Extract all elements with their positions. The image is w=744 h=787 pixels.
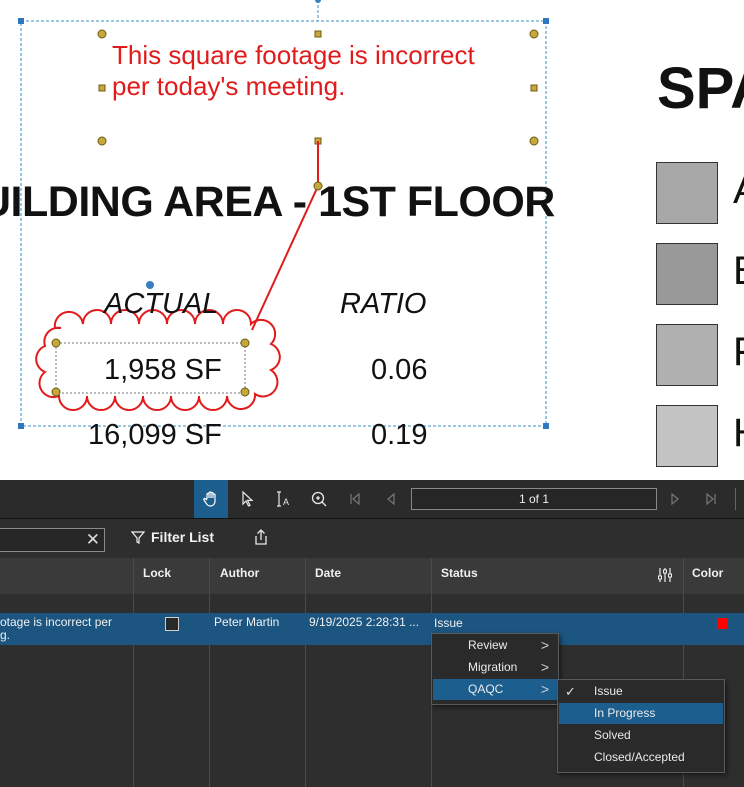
legend-label: F (733, 330, 744, 375)
select-arrow-icon[interactable] (231, 480, 265, 518)
row1-actual: 1,958 SF (104, 354, 222, 386)
building-area-title: UILDING AREA - 1ST FLOOR (0, 178, 555, 226)
toolbar-divider (735, 488, 736, 510)
zoom-icon[interactable] (302, 480, 336, 518)
submenu-item-label: Closed/Accepted (594, 750, 685, 764)
markup-grid-header: Lock Author Date Status Color (0, 558, 744, 594)
legend-swatch (656, 243, 718, 305)
column-divider (209, 558, 210, 787)
filter-list-label: Filter List (151, 529, 215, 545)
status-context-menu: Review > Migration > QAQC > (431, 633, 559, 705)
clear-search-icon[interactable]: ✕ (86, 530, 100, 550)
callout-text[interactable]: This square footage is incorrect per tod… (112, 40, 512, 102)
prev-page-icon[interactable] (374, 480, 408, 518)
row1-ratio: 0.06 (371, 354, 428, 386)
submenu-item-closed-accepted[interactable]: Closed/Accepted (559, 747, 723, 768)
search-input[interactable]: ✕ (0, 528, 105, 552)
row2-ratio: 0.19 (371, 419, 428, 451)
row-author: Peter Martin (214, 615, 280, 629)
column-author[interactable]: Author (220, 566, 259, 580)
legend-swatch (656, 324, 718, 386)
column-color[interactable]: Color (692, 566, 723, 580)
check-icon: ✓ (565, 684, 576, 699)
legend-label: H (733, 411, 744, 456)
submenu-item-label: In Progress (594, 706, 656, 720)
menu-item-label: QAQC (468, 682, 504, 696)
menu-item-qaqc[interactable]: QAQC > (433, 679, 557, 700)
pan-hand-icon[interactable] (194, 480, 228, 518)
column-divider (305, 558, 306, 787)
submenu-item-solved[interactable]: Solved (559, 725, 723, 746)
last-page-icon[interactable] (694, 480, 728, 518)
resize-handle-tl[interactable] (18, 18, 24, 24)
row-date: 9/19/2025 2:28:31 ... (309, 615, 420, 629)
text-select-icon[interactable]: A (266, 480, 300, 518)
rotate-handle[interactable] (315, 0, 321, 3)
menu-item-review[interactable]: Review > (433, 635, 557, 656)
lock-checkbox[interactable] (165, 617, 179, 631)
column-divider (133, 558, 134, 787)
svg-text:A: A (283, 497, 289, 507)
column-lock[interactable]: Lock (143, 566, 171, 580)
page-number-field[interactable]: 1 of 1 (411, 488, 657, 510)
filter-list-button[interactable]: Filter List (131, 529, 214, 545)
row-subject: otage is incorrect per g. (0, 615, 113, 642)
menu-item-label: Migration (468, 660, 518, 674)
next-page-icon[interactable] (658, 480, 692, 518)
callout-leader-line[interactable] (251, 141, 319, 331)
menu-item-migration[interactable]: Migration > (433, 657, 557, 678)
resize-handle-tr[interactable] (543, 18, 549, 24)
legend-label: B (733, 249, 744, 294)
legend-swatch (656, 405, 718, 467)
ratio-column-header: RATIO (340, 288, 427, 320)
space-legend-title: SPA (657, 56, 744, 121)
row-status[interactable]: Issue (434, 617, 463, 630)
menu-item-label: Review (468, 638, 508, 652)
resize-handle-bl[interactable] (18, 423, 24, 429)
drawing-canvas[interactable]: This square footage is incorrect per tod… (0, 0, 744, 480)
filter-icon (131, 531, 145, 544)
submenu-item-label: Solved (594, 728, 631, 742)
submenu-item-in-progress[interactable]: In Progress (559, 703, 723, 724)
legend-swatch (656, 162, 718, 224)
viewer-toolbar: A 1 of 1 (0, 480, 744, 519)
column-date[interactable]: Date (315, 566, 341, 580)
chevron-right-icon: > (540, 681, 549, 697)
actual-column-header: ACTUAL (104, 288, 219, 320)
row-color-swatch[interactable] (717, 618, 728, 629)
first-page-icon[interactable] (338, 480, 372, 518)
submenu-item-label: Issue (594, 684, 623, 698)
qaqc-submenu: ✓ Issue In Progress Solved Closed/Accept… (557, 679, 725, 773)
chevron-right-icon: > (540, 637, 549, 653)
export-icon[interactable] (252, 528, 270, 551)
submenu-item-issue[interactable]: ✓ Issue (559, 681, 723, 702)
row2-actual: 16,099 SF (88, 419, 222, 451)
legend-label: A (733, 168, 744, 213)
resize-handle-br[interactable] (543, 423, 549, 429)
column-status[interactable]: Status (441, 566, 478, 580)
column-settings-icon[interactable] (656, 566, 674, 589)
chevron-right-icon: > (540, 659, 549, 675)
